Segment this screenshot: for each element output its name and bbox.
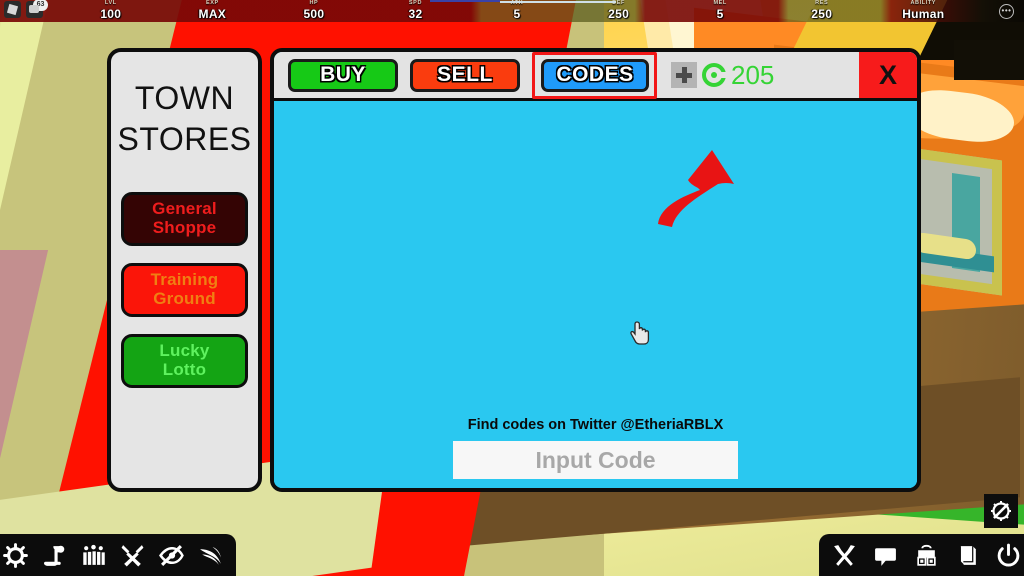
stat-ability-label: ABILITY	[910, 0, 937, 6]
stat-progress-bar-white	[500, 1, 616, 3]
crossed-swords-icon[interactable]	[119, 542, 146, 569]
left-toolbar	[0, 534, 236, 576]
stat-res: RES 250	[771, 0, 873, 22]
store-header-toolbar: BUY SELL CODES 205 X	[274, 52, 917, 101]
general-shoppe-label-2: Shoppe	[152, 217, 217, 237]
chat-icon[interactable]: 63	[26, 0, 48, 18]
coin-icon	[702, 63, 727, 87]
gear-slash-glyph	[991, 501, 1011, 521]
codes-tab-highlight: CODES	[532, 52, 657, 99]
stat-spd-value: 32	[408, 6, 423, 21]
stat-def: DEF 250	[568, 0, 670, 22]
power-logout-icon[interactable]	[995, 542, 1022, 569]
store-sidebar: TOWN STORES General Shoppe Training Grou…	[107, 48, 262, 492]
close-button[interactable]: X	[859, 52, 917, 98]
page-title-line1: TOWN	[134, 80, 235, 116]
stat-exp-label: EXP	[205, 0, 219, 6]
codes-panel-body: Find codes on Twitter @EtheriaRBLX	[274, 101, 917, 488]
stat-mel: MEL 5	[669, 0, 771, 22]
stat-atk: ATK 5	[466, 0, 568, 22]
wing-speed-icon[interactable]	[197, 542, 224, 569]
bg-dark-corner-2	[954, 40, 1024, 80]
hide-ui-eye-slash-icon[interactable]	[158, 542, 185, 569]
roblox-logo-icon[interactable]	[4, 1, 21, 18]
page-title: TOWN STORES	[111, 78, 258, 160]
stat-hp-value: 500	[303, 6, 325, 21]
chat-bubble-icon[interactable]	[872, 542, 899, 569]
codes-footer: Find codes on Twitter @EtheriaRBLX	[274, 417, 917, 479]
stat-mel-value: 5	[716, 6, 724, 21]
group-people-icon[interactable]	[80, 542, 107, 569]
codes-hint-text: Find codes on Twitter @EtheriaRBLX	[467, 417, 724, 433]
stat-ability-value: Human	[902, 6, 945, 21]
right-toolbar	[819, 534, 1024, 576]
tab-codes[interactable]: CODES	[541, 58, 649, 92]
roblox-menu-dots-icon[interactable]: •••	[999, 4, 1014, 19]
store-content-panel: BUY SELL CODES 205 X Find codes on Twitt…	[270, 48, 921, 492]
lucky-lotto-label-2: Lotto	[162, 359, 207, 379]
gear-disabled-icon[interactable]	[984, 494, 1018, 528]
sidebar-item-general-shoppe[interactable]: General Shoppe	[121, 191, 248, 246]
backpack-inventory-icon[interactable]	[913, 542, 940, 569]
stat-hp: HP 500	[263, 0, 365, 22]
currency-amount: 205	[731, 59, 775, 90]
settings-gear-icon[interactable]	[2, 542, 29, 569]
stat-lvl-label: LVL	[104, 0, 117, 6]
pointing-hand-cursor	[630, 321, 650, 345]
page-title-line2: STORES	[117, 120, 252, 157]
stat-mel-label: MEL	[713, 0, 727, 6]
stat-spd: SPD 32	[365, 0, 467, 22]
stat-atk-value: 5	[513, 6, 521, 21]
store-category-list: General Shoppe Training Ground Lucky Lot…	[111, 191, 258, 388]
stat-res-label: RES	[815, 0, 829, 6]
stat-exp: EXP MAX	[162, 0, 264, 22]
quest-scroll-icon[interactable]	[41, 542, 68, 569]
book-codex-icon[interactable]	[954, 542, 981, 569]
training-ground-label-1: Training	[150, 270, 219, 290]
plus-icon[interactable]	[671, 62, 697, 88]
chat-badge: 63	[33, 0, 48, 11]
lucky-lotto-label-1: Lucky	[159, 341, 210, 361]
roblox-system-icons[interactable]: 63	[4, 0, 48, 18]
stat-res-value: 250	[811, 6, 833, 21]
stat-lvl: LVL 100	[60, 0, 162, 22]
town-stores-panel: TOWN STORES General Shoppe Training Grou…	[107, 48, 921, 492]
stat-ability: ABILITY Human	[873, 0, 975, 22]
sidebar-item-training-ground[interactable]: Training Ground	[121, 262, 248, 317]
code-input[interactable]	[453, 441, 738, 479]
stat-progress-bar-blue	[430, 0, 500, 2]
stat-exp-value: MAX	[198, 6, 227, 21]
game-screen: 63 LVL 100 EXP MAX HP 500 SPD 32 ATK 5 D…	[0, 0, 1024, 576]
player-stats: LVL 100 EXP MAX HP 500 SPD 32 ATK 5 DEF …	[60, 0, 974, 22]
currency-display: 205	[671, 60, 774, 91]
training-ground-label-2: Ground	[153, 288, 216, 308]
tab-sell[interactable]: SELL	[410, 58, 520, 92]
stat-lvl-value: 100	[100, 6, 122, 21]
stat-def-value: 250	[608, 6, 630, 21]
stat-hp-label: HP	[309, 0, 319, 6]
sidebar-item-lucky-lotto[interactable]: Lucky Lotto	[121, 333, 248, 388]
general-shoppe-label-1: General	[152, 199, 217, 219]
tools-hammer-axe-icon[interactable]	[831, 542, 858, 569]
tab-buy[interactable]: BUY	[288, 58, 398, 92]
